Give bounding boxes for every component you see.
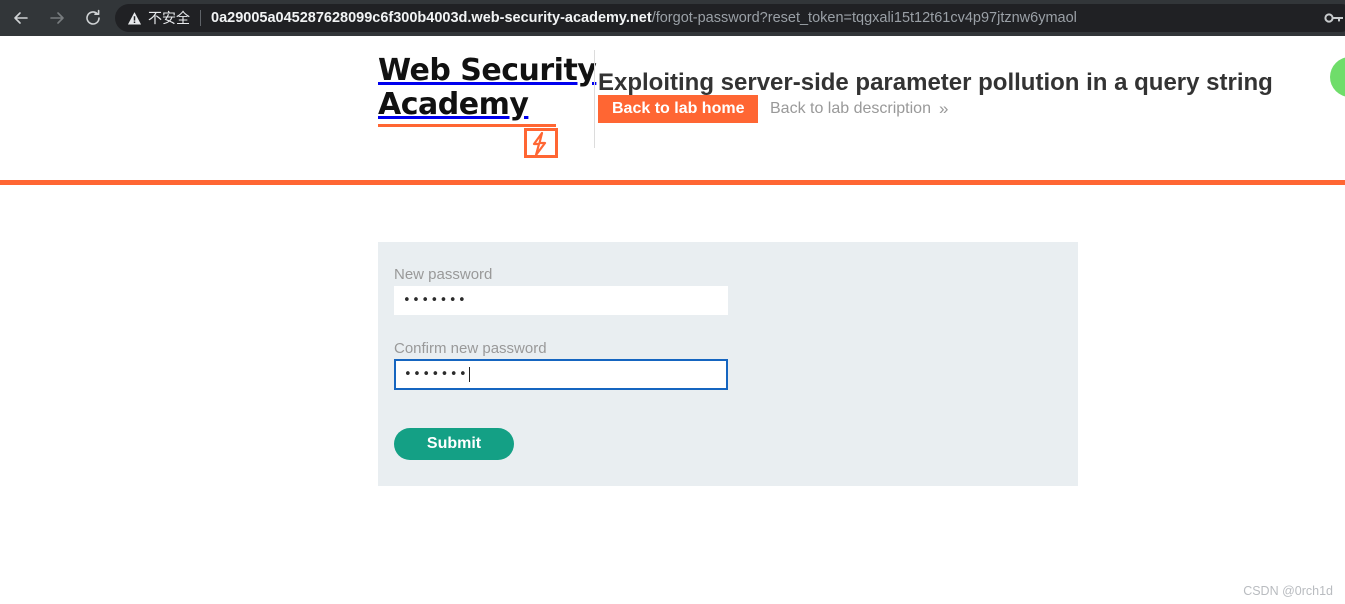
text-caret [469,367,471,382]
confirm-password-input[interactable]: ••••••• [394,359,728,390]
logo-line-1: Web Security [378,53,597,88]
key-icon[interactable] [1323,10,1343,26]
header-accent-rule [0,180,1345,185]
forward-button[interactable] [42,3,72,33]
reload-icon [86,9,100,25]
back-to-lab-description-link[interactable]: Back to lab description » [770,95,948,123]
new-password-value: ••••••• [403,293,468,308]
url-path: /forgot-password?reset_token=tqgxali15t1… [651,10,1077,26]
watermark: CSDN @0rch1d [1243,584,1333,598]
browser-toolbar: 不安全 0a29005a045287628099c6f300b4003d.web… [0,0,1345,36]
confirm-password-label: Confirm new password [394,340,547,357]
lab-status-badge[interactable] [1330,57,1345,97]
warning-triangle-icon [127,11,142,24]
confirm-password-value: ••••••• [404,367,469,382]
lab-header: Web Security Academy Exploiting server-s… [0,36,1345,180]
chevron-right-icon: » [938,99,949,118]
address-bar[interactable]: 不安全 0a29005a045287628099c6f300b4003d.web… [115,4,1345,32]
logo-underline [378,124,556,127]
back-to-lab-home-button[interactable]: Back to lab home [598,95,759,123]
forward-arrow-icon [50,12,64,24]
submit-button[interactable]: Submit [394,428,514,460]
lightning-bolt-icon [524,128,558,158]
url-host: 0a29005a045287628099c6f300b4003d.web-sec… [211,10,652,26]
new-password-label: New password [394,266,493,283]
header-divider [594,50,595,148]
reload-button[interactable] [78,3,108,33]
url-text: 0a29005a045287628099c6f300b4003d.web-sec… [211,11,1345,26]
back-button[interactable] [6,3,36,33]
back-to-lab-description-label: Back to lab description [770,100,931,117]
security-status-text: 不安全 [148,10,190,26]
omnibox-divider [200,10,201,26]
new-password-input[interactable]: ••••••• [394,286,728,315]
back-arrow-icon [14,12,28,24]
page-content: Web Security Academy Exploiting server-s… [0,36,1345,604]
reset-password-form: New password ••••••• Confirm new passwor… [378,242,1078,486]
logo-line-2: Academy [378,87,529,122]
